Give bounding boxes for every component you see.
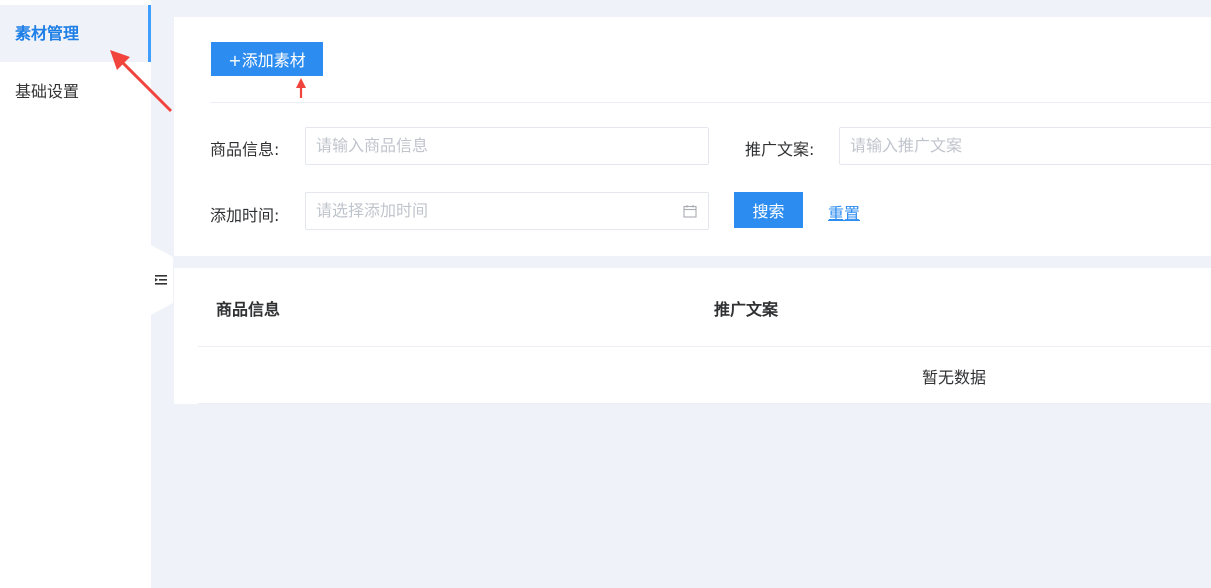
add-material-button[interactable]: +添加素材 [211, 42, 323, 76]
product-info-label: 商品信息: [210, 140, 280, 159]
add-time-label: 添加时间: [210, 206, 280, 225]
search-button[interactable]: 搜索 [734, 192, 803, 228]
sidebar-item-material-management[interactable]: 素材管理 [0, 5, 151, 62]
collapse-menu-icon [155, 275, 167, 285]
sidebar-item-label: 基础设置 [15, 82, 80, 101]
empty-state-text: 暂无数据 [922, 368, 987, 387]
sidebar-collapse-toggle[interactable] [149, 244, 173, 316]
column-header-product-info[interactable]: 商品信息 [216, 296, 280, 320]
promo-copy-label: 推广文案: [745, 140, 815, 159]
filter-panel: +添加素材 商品信息: 推广文案: 添加时间: 搜索 重置 [174, 17, 1211, 256]
promo-copy-field[interactable] [839, 127, 1211, 165]
calendar-icon [683, 205, 697, 218]
data-table: 商品信息 推广文案 暂无数据 [174, 268, 1211, 404]
product-info-field[interactable] [305, 127, 709, 165]
add-time-input[interactable] [316, 193, 708, 228]
product-info-input[interactable] [316, 128, 708, 163]
promo-copy-input[interactable] [850, 128, 1211, 163]
add-time-field[interactable] [305, 192, 709, 230]
header-divider [198, 346, 1211, 347]
sidebar: 素材管理 基础设置 [0, 0, 151, 588]
sidebar-item-basic-settings[interactable]: 基础设置 [0, 63, 151, 120]
sidebar-item-label: 素材管理 [15, 24, 80, 43]
divider [210, 102, 1211, 103]
table-bottom-border [198, 403, 1211, 404]
column-header-promo-copy[interactable]: 推广文案 [714, 296, 778, 320]
reset-link[interactable]: 重置 [828, 200, 860, 224]
